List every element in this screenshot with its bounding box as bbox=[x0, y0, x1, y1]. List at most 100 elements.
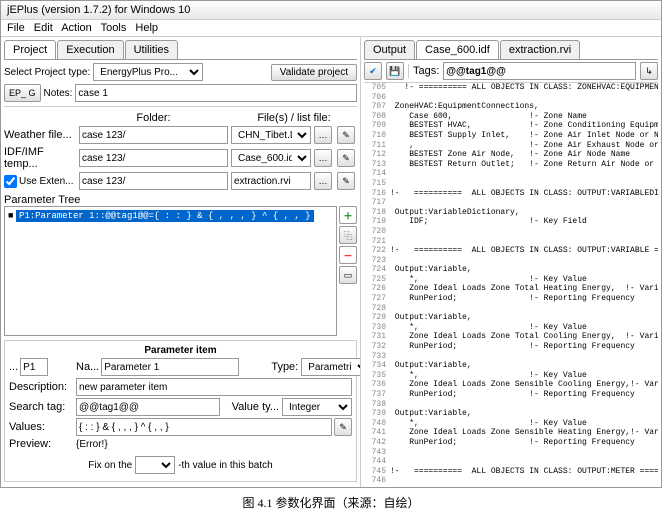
menu-help[interactable]: Help bbox=[135, 22, 158, 34]
validate-project-button[interactable]: Validate project bbox=[271, 64, 357, 81]
code-line: 728 bbox=[364, 304, 658, 314]
code-line: 725 *, !- Key Value bbox=[364, 275, 658, 285]
tags-next-button[interactable]: ↳ bbox=[640, 62, 658, 80]
project-type-select[interactable]: EnergyPlus Pro... bbox=[93, 63, 203, 81]
tab-output[interactable]: Output bbox=[364, 40, 415, 59]
notes-label: Notes: bbox=[44, 88, 73, 99]
param-vt-label: Value ty... bbox=[223, 401, 279, 413]
ext-file-input[interactable] bbox=[231, 172, 311, 190]
menu-edit[interactable]: Edit bbox=[34, 22, 53, 34]
tree-edit-button[interactable]: ▭ bbox=[339, 266, 357, 284]
param-type-select[interactable]: Parametrics bbox=[301, 358, 361, 376]
folder-header: Folder: bbox=[79, 112, 228, 124]
ext-edit-button[interactable]: ✎ bbox=[337, 172, 355, 190]
param-search-input[interactable] bbox=[76, 398, 220, 416]
code-line: 745!- ========== ALL OBJECTS IN CLASS: O… bbox=[364, 467, 658, 477]
editor-save-icon[interactable]: ✔ bbox=[364, 62, 382, 80]
idf-file-select[interactable]: Case_600.idf bbox=[231, 149, 311, 167]
tab-extraction[interactable]: extraction.rvi bbox=[500, 40, 580, 59]
weather-file-select[interactable]: CHN_Tibet.Lha... bbox=[231, 126, 311, 144]
idf-label: IDF/IMF temp... bbox=[4, 146, 76, 170]
param-section-title: Parameter item bbox=[9, 345, 352, 356]
code-line: 729 Output:Variable, bbox=[364, 313, 658, 323]
code-line: 730 *, !- Key Value bbox=[364, 323, 658, 333]
code-line: 732 RunPeriod; !- Reporting Frequency bbox=[364, 342, 658, 352]
project-type-label: Select Project type: bbox=[4, 67, 90, 78]
code-line: 710 BESTEST Supply Inlet, !- Zone Air In… bbox=[364, 131, 658, 141]
code-line: 731 Zone Ideal Loads Zone Total Cooling … bbox=[364, 332, 658, 342]
param-name-input[interactable] bbox=[101, 358, 239, 376]
idf-folder-input[interactable] bbox=[79, 149, 228, 167]
tab-utilities[interactable]: Utilities bbox=[125, 40, 178, 59]
code-line: 735 *, !- Key Value bbox=[364, 371, 658, 381]
param-values-label: Values: bbox=[9, 421, 73, 433]
code-line: 714 bbox=[364, 169, 658, 179]
notes-input[interactable] bbox=[75, 84, 357, 102]
menu-action[interactable]: Action bbox=[61, 22, 92, 34]
code-line: 737 RunPeriod; !- Reporting Frequency bbox=[364, 390, 658, 400]
param-search-label: Search tag: bbox=[9, 401, 73, 413]
param-desc-label: Description: bbox=[9, 381, 73, 393]
code-line: 727 RunPeriod; !- Reporting Frequency bbox=[364, 294, 658, 304]
fix-label-a: Fix on the bbox=[88, 460, 132, 471]
code-line: 715 bbox=[364, 179, 658, 189]
tree-delete-button[interactable]: － bbox=[339, 246, 357, 264]
code-line: 738 bbox=[364, 400, 658, 410]
code-line: 718 Output:VariableDictionary, bbox=[364, 208, 658, 218]
figure-caption: 图 4.1 参数化界面（来源：自绘） bbox=[0, 488, 662, 517]
code-line: 721 bbox=[364, 237, 658, 247]
ext-label: Use Exten... bbox=[19, 176, 73, 187]
tab-execution[interactable]: Execution bbox=[57, 40, 123, 59]
tab-case600[interactable]: Case_600.idf bbox=[416, 40, 499, 59]
code-line: 722!- ========== ALL OBJECTS IN CLASS: O… bbox=[364, 246, 658, 256]
parameter-tree[interactable]: ■ P1:Parameter 1::@@tag1@@={ : : } & { ,… bbox=[4, 206, 337, 336]
code-line: 723 bbox=[364, 256, 658, 266]
tab-project[interactable]: Project bbox=[4, 40, 56, 59]
tags-input[interactable] bbox=[443, 62, 636, 80]
code-line: 734 Output:Variable, bbox=[364, 361, 658, 371]
param-vt-select[interactable]: Integer bbox=[282, 398, 352, 416]
param-preview-value: {Error!} bbox=[76, 439, 352, 450]
code-line: 720 bbox=[364, 227, 658, 237]
tags-label: Tags: bbox=[413, 65, 439, 77]
idf-browse-button[interactable]: … bbox=[314, 149, 332, 167]
ext-checkbox[interactable] bbox=[4, 175, 17, 188]
files-header: File(s) / list file: bbox=[231, 112, 357, 124]
menu-tools[interactable]: Tools bbox=[101, 22, 127, 34]
code-line: 724 Output:Variable, bbox=[364, 265, 658, 275]
editor-save-button[interactable]: 💾 bbox=[386, 62, 404, 80]
tree-item[interactable]: P1:Parameter 1::@@tag1@@={ : : } & { , ,… bbox=[16, 210, 314, 222]
fix-select[interactable] bbox=[135, 456, 175, 474]
tree-add-button[interactable]: ＋ bbox=[339, 206, 357, 224]
code-line: 742 RunPeriod; !- Reporting Frequency bbox=[364, 438, 658, 448]
code-line: 746 bbox=[364, 476, 658, 484]
code-line: 733 bbox=[364, 352, 658, 362]
idf-edit-button[interactable]: ✎ bbox=[337, 149, 355, 167]
weather-label: Weather file... bbox=[4, 129, 76, 141]
code-line: 744 bbox=[364, 457, 658, 467]
weather-edit-button[interactable]: ✎ bbox=[337, 126, 355, 144]
code-line: 707 ZoneHVAC:EquipmentConnections, bbox=[364, 102, 658, 112]
param-values-input[interactable] bbox=[76, 418, 332, 436]
param-desc-input[interactable] bbox=[76, 378, 352, 396]
code-line: 705 !- ========== ALL OBJECTS IN CLASS: … bbox=[364, 83, 658, 93]
param-preview-label: Preview: bbox=[9, 438, 73, 450]
code-line: 717 bbox=[364, 198, 658, 208]
ext-browse-button[interactable]: … bbox=[314, 172, 332, 190]
code-line: 711 , !- Zone Air Exhaust Node or NodeLi… bbox=[364, 141, 658, 151]
code-line: 736 Zone Ideal Loads Zone Sensible Cooli… bbox=[364, 380, 658, 390]
ext-folder-input[interactable] bbox=[79, 172, 228, 190]
ep-version-button[interactable]: EP_ G bbox=[4, 84, 41, 102]
param-type-label: Type: bbox=[242, 361, 298, 373]
fix-label-b: -th value in this batch bbox=[178, 460, 273, 471]
window-title: jEPlus (version 1.7.2) for Windows 10 bbox=[1, 1, 661, 20]
weather-folder-input[interactable] bbox=[79, 126, 228, 144]
menu-file[interactable]: File bbox=[7, 22, 25, 34]
code-line: 740 *, !- Key Value bbox=[364, 419, 658, 429]
tree-copy-button[interactable]: ⿻ bbox=[339, 226, 357, 244]
code-line: 706 bbox=[364, 93, 658, 103]
param-id-input[interactable] bbox=[20, 358, 48, 376]
values-edit-button[interactable]: ✎ bbox=[334, 418, 352, 436]
weather-browse-button[interactable]: … bbox=[314, 126, 332, 144]
code-editor[interactable]: 705 !- ========== ALL OBJECTS IN CLASS: … bbox=[364, 83, 658, 484]
